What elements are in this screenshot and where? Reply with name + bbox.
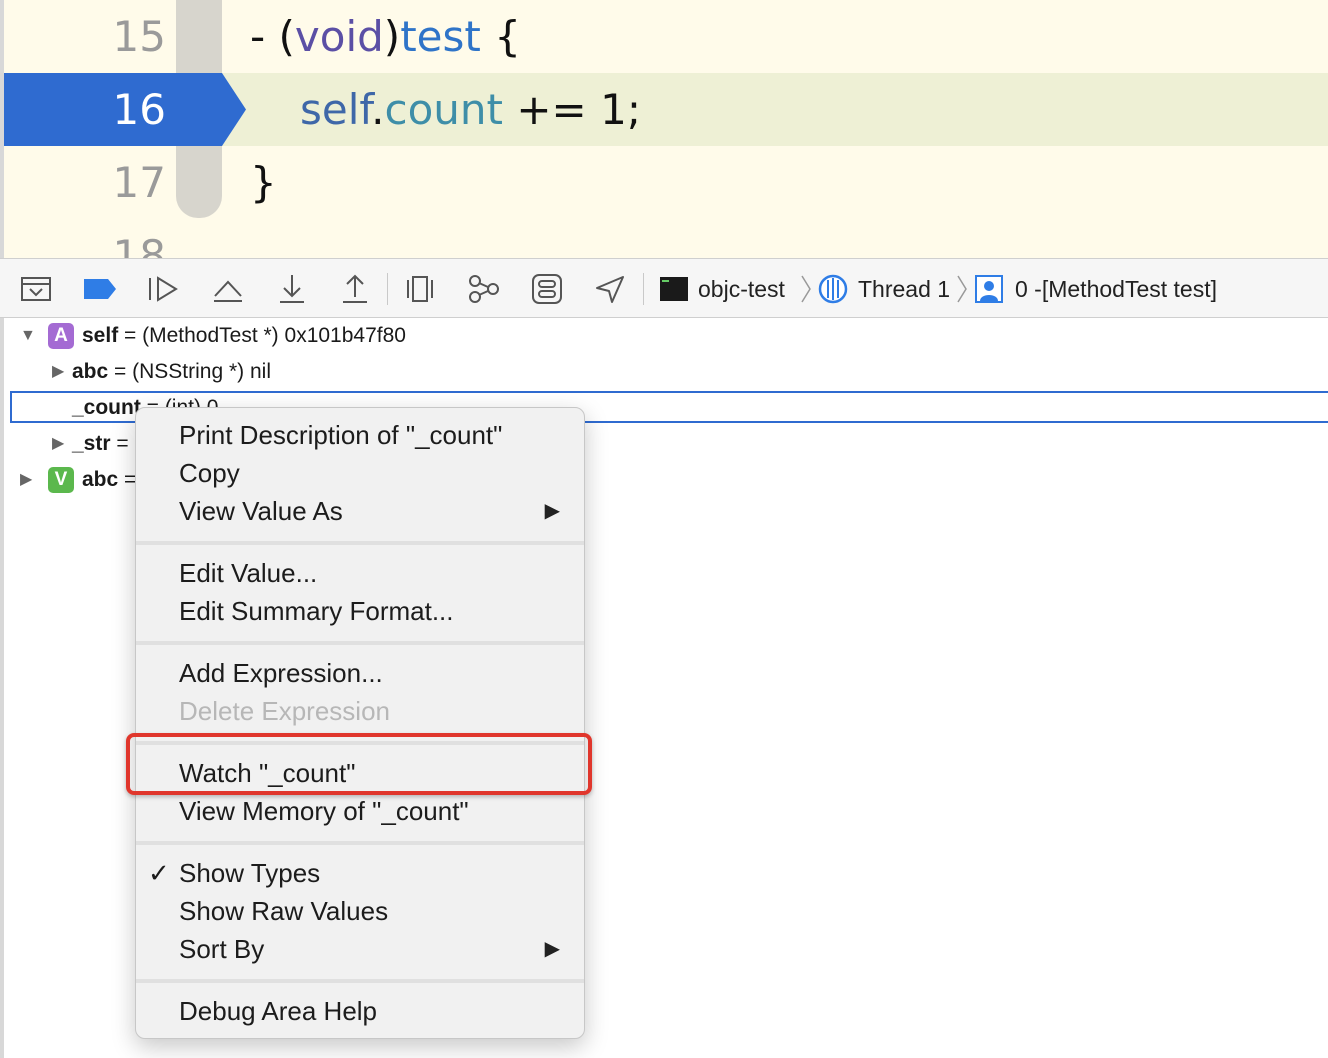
submenu-arrow-icon: ▶ <box>544 938 560 960</box>
debug-view-hierarchy-icon[interactable] <box>402 271 438 307</box>
code-token-self: self <box>300 85 372 134</box>
menu-item-edit-value[interactable]: Edit Value... <box>136 554 584 592</box>
code-token-property: count <box>384 85 503 134</box>
step-over-icon[interactable] <box>210 271 246 307</box>
breadcrumb-frame[interactable]: 0 -[MethodTest test] <box>975 259 1217 319</box>
breadcrumb-chevron-icon <box>957 275 967 303</box>
code-token: ; <box>626 85 641 134</box>
disclosure-expanded-icon[interactable]: ▼ <box>20 318 36 354</box>
code-line-17[interactable]: 17 } <box>4 146 1328 219</box>
step-out-icon[interactable] <box>337 271 373 307</box>
menu-item-show-raw-values[interactable]: Show Raw Values <box>136 892 584 930</box>
code-line-15[interactable]: 15 - (void)test { <box>4 0 1328 73</box>
variable-text: self = (MethodTest *) 0x101b47f80 <box>82 318 406 354</box>
variable-text: _str = <box>72 426 129 462</box>
menu-item-print-description[interactable]: Print Description of "_count" <box>136 416 584 454</box>
menu-item-add-expression[interactable]: Add Expression... <box>136 654 584 692</box>
menu-separator <box>136 841 584 845</box>
disclosure-collapsed-icon[interactable]: ▶ <box>52 426 64 462</box>
code-token: . <box>371 85 385 134</box>
variable-equals: = <box>108 360 133 383</box>
variable-row-self[interactable]: ▼ A self = (MethodTest *) 0x101b47f80 <box>4 318 1328 354</box>
code-token-number: 1 <box>600 85 627 134</box>
code-token-operator: += <box>502 85 601 134</box>
disclosure-collapsed-icon[interactable]: ▶ <box>52 354 64 390</box>
menu-item-label: View Value As <box>179 496 343 526</box>
continue-icon[interactable] <box>145 271 181 307</box>
toolbar-separator <box>643 273 644 305</box>
variable-text: abc = <box>82 462 136 498</box>
menu-item-debug-area-help[interactable]: Debug Area Help <box>136 992 584 1030</box>
variable-equals: = <box>118 324 143 347</box>
code-editor[interactable]: 15 - (void)test { 16 self.count += 1; 17… <box>0 0 1328 258</box>
code-token: ) <box>383 12 401 61</box>
line-number: 16 <box>112 85 166 134</box>
code-text: } <box>250 146 277 219</box>
menu-item-view-value-as[interactable]: View Value As ▶ <box>136 492 584 530</box>
memory-graph-icon[interactable] <box>466 271 502 307</box>
local-variable-badge-icon: V <box>48 467 74 493</box>
environment-overrides-icon[interactable] <box>529 271 565 307</box>
code-token-method-name: test <box>400 12 481 61</box>
checkmark-icon: ✓ <box>148 858 170 888</box>
breadcrumb-thread-label: Thread 1 <box>858 275 951 302</box>
code-token: { <box>480 12 521 61</box>
line-number: 18 <box>112 231 166 258</box>
menu-item-copy[interactable]: Copy <box>136 454 584 492</box>
terminal-icon <box>660 277 688 301</box>
variable-row-abc[interactable]: ▶ abc = (NSString *) nil <box>4 354 1328 390</box>
simulate-location-icon[interactable] <box>592 271 628 307</box>
variable-name: self <box>82 324 119 347</box>
menu-item-view-memory[interactable]: View Memory of "_count" <box>136 792 584 830</box>
variable-name: abc <box>72 360 109 383</box>
breakpoints-toggle-icon[interactable] <box>82 271 118 307</box>
code-token: ( <box>278 12 295 61</box>
code-line-16-current[interactable]: 16 self.count += 1; <box>4 73 1328 146</box>
menu-separator <box>136 641 584 645</box>
hide-debug-area-icon[interactable] <box>18 271 54 307</box>
code-text: self.count += 1; <box>300 73 641 146</box>
variable-equals: = <box>110 432 129 455</box>
menu-separator <box>136 979 584 983</box>
thread-icon <box>818 274 848 304</box>
variable-value: (MethodTest *) 0x101b47f80 <box>142 324 406 347</box>
menu-separator <box>136 541 584 545</box>
toolbar-separator <box>387 273 388 305</box>
argument-badge-icon: A <box>48 323 74 349</box>
menu-item-show-types[interactable]: ✓ Show Types <box>136 854 584 892</box>
variable-name: _str <box>72 432 111 455</box>
variable-name: abc <box>82 468 119 491</box>
user-frame-icon <box>975 275 1003 303</box>
menu-item-sort-by[interactable]: Sort By ▶ <box>136 930 584 968</box>
breadcrumb-frame-label: 0 -[MethodTest test] <box>1015 275 1217 302</box>
context-menu: Print Description of "_count" Copy View … <box>135 407 585 1039</box>
menu-item-label: Sort By <box>179 934 265 964</box>
menu-item-edit-summary-format[interactable]: Edit Summary Format... <box>136 592 584 630</box>
menu-item-label: Show Types <box>179 858 321 888</box>
debug-toolbar: objc-test Thread 1 0 -[MethodTest test] <box>0 258 1328 318</box>
breadcrumb-app-label: objc-test <box>698 275 785 302</box>
variable-value: (NSString *) nil <box>132 360 271 383</box>
step-into-icon[interactable] <box>274 271 310 307</box>
line-number: 17 <box>112 158 166 207</box>
breadcrumb-app[interactable]: objc-test <box>660 259 785 319</box>
code-token-keyword: void <box>294 12 384 61</box>
menu-item-delete-expression: Delete Expression <box>179 696 390 726</box>
breadcrumb-thread[interactable]: Thread 1 <box>818 259 950 319</box>
code-token: } <box>250 158 277 207</box>
disclosure-collapsed-icon[interactable]: ▶ <box>20 462 32 498</box>
code-line-18[interactable]: 18 <box>4 219 1328 258</box>
submenu-arrow-icon: ▶ <box>544 500 560 522</box>
variable-equals: = <box>118 468 137 491</box>
line-number: 15 <box>112 12 166 61</box>
variable-text: abc = (NSString *) nil <box>72 354 271 390</box>
code-text: - (void)test { <box>250 0 521 73</box>
code-token: - <box>250 12 279 61</box>
breadcrumb-chevron-icon <box>801 275 811 303</box>
annotation-highlight-box <box>126 733 592 795</box>
